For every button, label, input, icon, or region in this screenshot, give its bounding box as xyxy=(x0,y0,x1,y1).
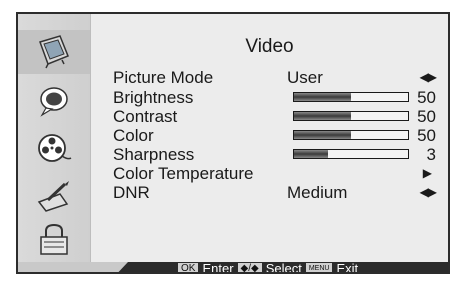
sidebar-item-picture[interactable] xyxy=(18,30,90,74)
picture-mode-label: Picture Mode xyxy=(113,68,214,87)
row-picture-mode[interactable]: Picture Mode User ◀▶ xyxy=(113,68,448,87)
brightness-slider[interactable] xyxy=(293,92,409,102)
film-reel-icon xyxy=(38,134,72,162)
sidebar-item-setup[interactable] xyxy=(18,174,90,218)
row-sharpness[interactable]: Sharpness 3 xyxy=(113,145,448,164)
row-brightness[interactable]: Brightness 50 xyxy=(113,88,448,107)
sharpness-slider[interactable] xyxy=(293,149,409,159)
hint-bar: OK Enter ◆/◆ Select MENU Exit xyxy=(18,261,448,274)
picture-mode-value: User xyxy=(287,68,323,87)
tv-osd-screen: Video Picture Mode User ◀▶ Brightness 50… xyxy=(0,0,466,283)
sharpness-slider-fill xyxy=(294,150,329,158)
color-slider[interactable] xyxy=(293,130,409,140)
sidebar-item-film[interactable] xyxy=(18,126,90,170)
lock-icon xyxy=(40,223,68,255)
row-dnr[interactable]: DNR Medium ◀▶ xyxy=(113,183,448,202)
color-label: Color xyxy=(113,126,154,145)
key-hints: OK Enter ◆/◆ Select MENU Exit xyxy=(178,261,359,274)
contrast-value: 50 xyxy=(417,107,436,126)
ok-key-icon: OK xyxy=(178,263,199,272)
brightness-slider-fill xyxy=(294,93,351,101)
color-value: 50 xyxy=(417,126,436,145)
color-temperature-label: Color Temperature xyxy=(113,164,254,183)
osd-menu-frame: Video Picture Mode User ◀▶ Brightness 50… xyxy=(16,12,450,274)
contrast-slider[interactable] xyxy=(293,111,409,121)
sharpness-value: 3 xyxy=(426,145,436,164)
row-color-temperature[interactable]: Color Temperature ▶ xyxy=(113,164,448,183)
setup-icon xyxy=(37,181,69,212)
select-hint: Select xyxy=(265,261,302,274)
left-right-arrows-icon: ◀▶ xyxy=(419,70,437,84)
left-right-arrows-icon: ◀▶ xyxy=(419,185,437,199)
menu-key-icon: MENU xyxy=(305,263,333,272)
color-slider-fill xyxy=(294,131,351,139)
brightness-value: 50 xyxy=(417,88,436,107)
contrast-label: Contrast xyxy=(113,107,178,126)
sidebar-item-lock[interactable] xyxy=(18,218,90,262)
menu-sidebar xyxy=(18,14,91,262)
picture-icon xyxy=(39,35,69,69)
menu-title: Video xyxy=(245,36,294,57)
select-arrows-key-icon: ◆/◆ xyxy=(237,263,262,272)
menu-content: Video Picture Mode User ◀▶ Brightness 50… xyxy=(91,14,448,262)
dnr-value: Medium xyxy=(287,183,348,202)
sidebar-item-audio[interactable] xyxy=(18,78,90,122)
audio-icon xyxy=(40,87,68,117)
exit-hint: Exit xyxy=(336,261,359,274)
row-color[interactable]: Color 50 xyxy=(113,126,448,145)
brightness-label: Brightness xyxy=(113,88,194,107)
dnr-label: DNR xyxy=(113,183,150,202)
enter-hint: Enter xyxy=(202,261,234,274)
right-arrow-icon: ▶ xyxy=(422,166,432,180)
row-contrast[interactable]: Contrast 50 xyxy=(113,107,448,126)
hint-bar-wedge xyxy=(18,262,128,272)
sharpness-label: Sharpness xyxy=(113,145,195,164)
contrast-slider-fill xyxy=(294,112,351,120)
